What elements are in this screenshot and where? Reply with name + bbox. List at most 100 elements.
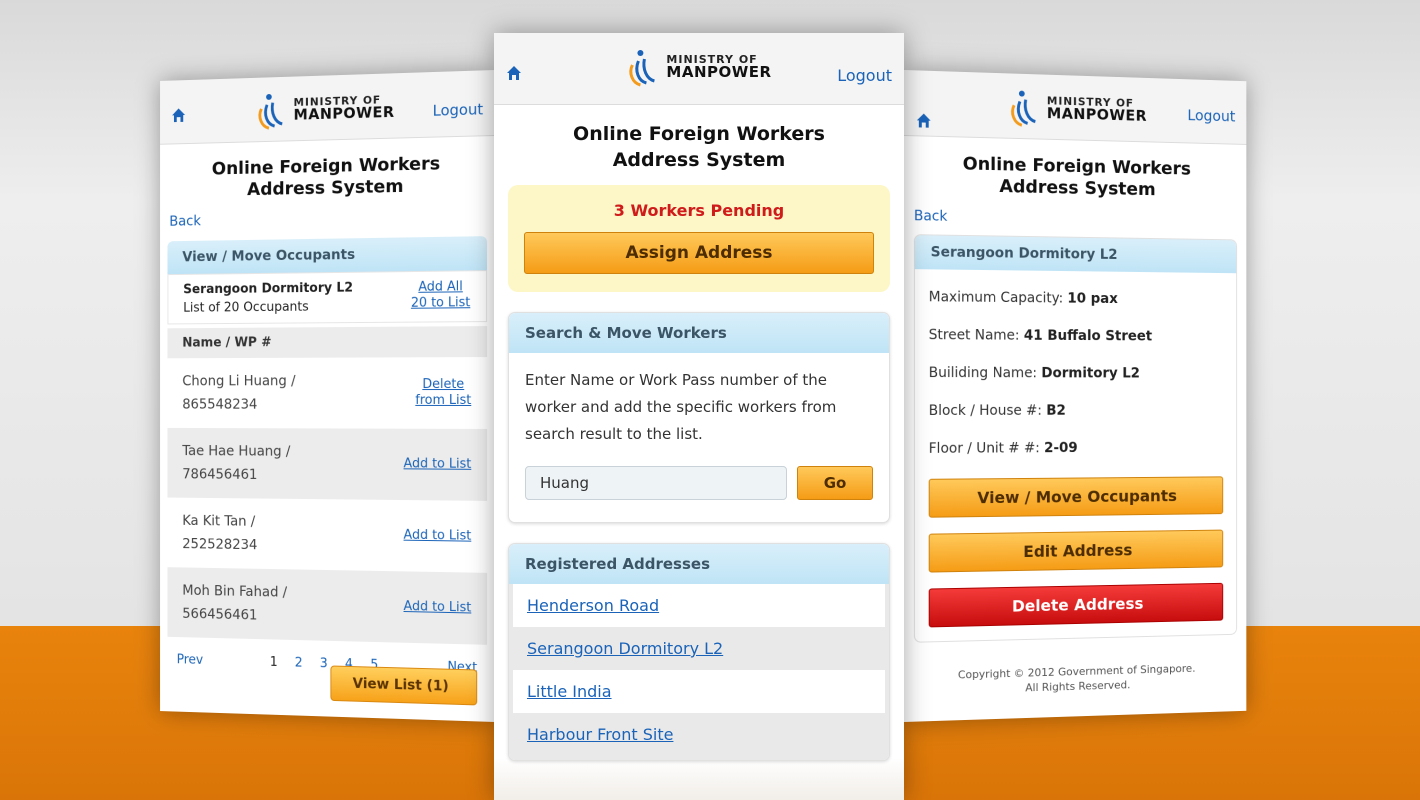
go-button[interactable]: Go <box>797 466 873 500</box>
occupant-count: List of 20 Occupants <box>183 299 309 316</box>
delete-label-line1: Delete <box>422 377 465 393</box>
right-screen-address-details: MINISTRY OF MANPOWER Logout Online Forei… <box>904 70 1247 722</box>
section-header-view-move: View / Move Occupants <box>167 236 488 275</box>
address-link[interactable]: Little India <box>527 682 612 701</box>
occupant-wp: 566456461 <box>182 606 258 624</box>
detail-value: 41 Buffalo Street <box>1023 327 1153 345</box>
app-title-line1: Online Foreign Workers <box>573 123 825 145</box>
home-icon[interactable] <box>506 65 522 81</box>
detail-value: Dormitory L2 <box>1041 365 1140 382</box>
registered-addresses-panel: Registered Addresses Henderson Road Sera… <box>508 543 890 761</box>
view-list-button[interactable]: View List (1) <box>330 665 478 706</box>
logo-text-line2: MANPOWER <box>666 63 772 81</box>
mom-logo-mark-icon <box>256 93 288 133</box>
detail-label: Street Name: <box>928 327 1020 344</box>
detail-street-name: Street Name: 41 Buffalo Street <box>929 327 1223 345</box>
detail-label: Block / House #: <box>928 402 1042 419</box>
address-list-item: Serangoon Dormitory L2 <box>513 627 885 670</box>
occupant-name: Tae Hae Huang / <box>182 443 291 460</box>
delete-from-list-link[interactable]: Delete from List <box>415 377 471 409</box>
detail-label: Builiding Name: <box>928 365 1038 382</box>
logout-link[interactable]: Logout <box>1187 106 1235 125</box>
address-list-item: Harbour Front Site <box>513 713 885 756</box>
page-link-1[interactable]: 1 <box>270 655 278 670</box>
occupant-wp: 865548234 <box>182 396 258 413</box>
page-link-3[interactable]: 3 <box>320 656 328 671</box>
occupant-row: Chong Li Huang / 865548234 Delete from L… <box>167 357 488 429</box>
prev-page-link[interactable]: Prev <box>177 653 203 668</box>
occupant-name: Chong Li Huang / <box>182 373 296 390</box>
section-header-registered-addresses: Registered Addresses <box>509 544 889 584</box>
app-title-line2: Address System <box>612 149 786 171</box>
worker-search-input[interactable] <box>525 466 787 500</box>
address-detail-panel: Serangoon Dormitory L2 Maximum Capacity:… <box>913 234 1238 643</box>
mom-logo-mark-icon <box>1008 90 1041 129</box>
logout-link[interactable]: Logout <box>433 100 483 119</box>
occupant-wp: 786456461 <box>182 466 258 483</box>
mom-logo: MINISTRY OF MANPOWER <box>626 45 771 89</box>
occupant-name: Moh Bin Fahad / <box>182 582 288 601</box>
detail-value: 2-09 <box>1044 440 1078 457</box>
home-icon[interactable] <box>171 107 186 123</box>
address-link[interactable]: Serangoon Dormitory L2 <box>527 639 723 658</box>
header: MINISTRY OF MANPOWER Logout <box>904 70 1247 145</box>
occupant-name: Ka Kit Tan / <box>182 513 256 530</box>
detail-max-capacity: Maximum Capacity: 10 pax <box>929 289 1223 308</box>
app-title: Online Foreign Workers Address System <box>559 121 839 173</box>
add-to-list-link[interactable]: Add to List <box>404 528 472 545</box>
add-all-label-line1: Add All <box>418 279 463 295</box>
add-to-list-link[interactable]: Add to List <box>404 599 472 616</box>
detail-label: Maximum Capacity: <box>928 289 1064 307</box>
app-title: Online Foreign Workers Address System <box>193 153 461 202</box>
delete-address-button[interactable]: Delete Address <box>928 582 1224 628</box>
header: MINISTRY OF MANPOWER Logout <box>494 33 904 105</box>
section-header-search-move: Search & Move Workers <box>509 313 889 353</box>
occupant-row: Moh Bin Fahad / 566456461 Add to List <box>167 567 488 645</box>
add-to-list-link[interactable]: Add to List <box>404 456 472 472</box>
detail-value: B2 <box>1046 402 1066 419</box>
copyright: Copyright © 2012 Government of Singapore… <box>904 660 1246 699</box>
edit-address-button[interactable]: Edit Address <box>928 529 1224 573</box>
detail-block-house: Block / House #: B2 <box>929 403 1223 419</box>
bottom-reflection-fade <box>494 758 904 800</box>
detail-value: 10 pax <box>1067 290 1118 307</box>
app-title: Online Foreign Workers Address System <box>942 153 1210 202</box>
mom-logo: MINISTRY OF MANPOWER <box>1008 85 1147 132</box>
pending-workers-box: 3 Workers Pending Assign Address <box>508 185 890 292</box>
section-header-dormitory: Serangoon Dormitory L2 <box>914 235 1237 274</box>
dormitory-name: Serangoon Dormitory L2 <box>183 280 354 298</box>
search-instructions: Enter Name or Work Pass number of the wo… <box>525 371 837 443</box>
mom-logo-mark-icon <box>629 50 655 87</box>
column-header-name-wp: Name / WP # <box>167 326 488 359</box>
logo-text-line2: MANPOWER <box>293 102 395 124</box>
add-all-to-list-link[interactable]: Add All 20 to List <box>411 279 470 311</box>
left-screen-view-move-occupants: MINISTRY OF MANPOWER Logout Online Forei… <box>160 70 495 722</box>
address-link[interactable]: Henderson Road <box>527 596 659 615</box>
address-list: Henderson Road Serangoon Dormitory L2 Li… <box>509 584 889 760</box>
logo-text-line2: MANPOWER <box>1046 104 1148 125</box>
view-move-occupants-button[interactable]: View / Move Occupants <box>928 476 1224 518</box>
address-list-item: Little India <box>513 670 885 713</box>
search-move-panel: Search & Move Workers Enter Name or Work… <box>508 312 890 523</box>
header: MINISTRY OF MANPOWER Logout <box>160 70 495 145</box>
detail-floor-unit: Floor / Unit # #: 2-09 <box>929 440 1223 457</box>
page-link-2[interactable]: 2 <box>295 656 303 671</box>
address-list-item: Henderson Road <box>513 584 885 627</box>
detail-label: Floor / Unit # #: <box>928 440 1040 457</box>
detail-building-name: Builiding Name: Dormitory L2 <box>929 365 1223 381</box>
center-screen-main-menu: MINISTRY OF MANPOWER Logout Online Forei… <box>494 33 904 800</box>
delete-label-line2: from List <box>415 393 472 408</box>
dormitory-summary: Serangoon Dormitory L2 List of 20 Occupa… <box>167 270 488 325</box>
add-all-label-line2: 20 to List <box>410 295 471 311</box>
home-icon[interactable] <box>916 112 932 128</box>
mom-logo: MINISTRY OF MANPOWER <box>256 85 395 132</box>
occupant-row: Ka Kit Tan / 252528234 Add to List <box>167 497 488 573</box>
address-link[interactable]: Harbour Front Site <box>527 725 673 744</box>
occupant-row: Tae Hae Huang / 786456461 Add to List <box>167 427 488 501</box>
pending-workers-text: 3 Workers Pending <box>613 201 785 220</box>
back-link[interactable]: Back <box>904 202 1246 236</box>
logout-link[interactable]: Logout <box>837 66 892 85</box>
back-link[interactable]: Back <box>160 202 495 236</box>
occupant-wp: 252528234 <box>182 536 258 554</box>
assign-address-button[interactable]: Assign Address <box>524 232 874 274</box>
